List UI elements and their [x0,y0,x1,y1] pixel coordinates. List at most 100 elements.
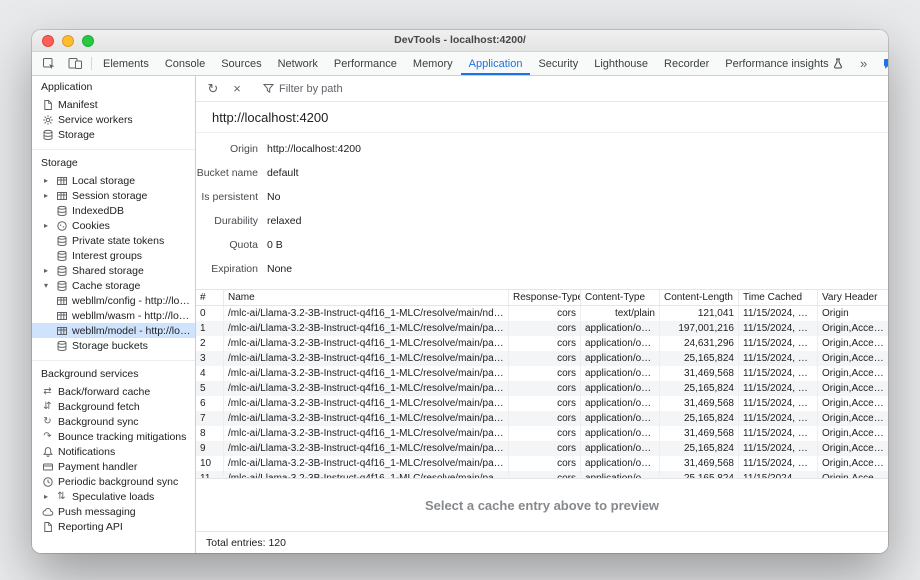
column-header-time-cached[interactable]: Time Cached [739,290,818,305]
column-header-response-type[interactable]: Response-Type [509,290,581,305]
chevron-right-icon[interactable]: ▸ [41,266,51,275]
chevron-down-icon[interactable]: ▾ [41,281,51,290]
sidebar-item-notifications[interactable]: Notifications [32,444,195,459]
sidebar-item-cookies[interactable]: ▸ Cookies [32,218,195,233]
application-sidebar: Application Manifest Service workers Sto… [32,76,196,553]
column-header-content-type[interactable]: Content-Type [581,290,660,305]
tab-performance[interactable]: Performance [326,52,405,75]
database-icon [55,279,68,292]
cell-content-type: application/oc… [581,441,660,456]
sidebar-item-bounce-tracking-mitigations[interactable]: ↷ Bounce tracking mitigations [32,429,195,444]
tab-security[interactable]: Security [530,52,586,75]
sidebar-item-push-messaging[interactable]: Push messaging [32,504,195,519]
sidebar-item-private-state-tokens[interactable]: Private state tokens [32,233,195,248]
sidebar-item-reporting-api[interactable]: Reporting API [32,519,195,534]
devtools-tabbar: Elements Console Sources Network Perform… [32,52,888,76]
cache-entry-row[interactable]: 10 /mlc-ai/Llama-3.2-3B-Instruct-q4f16_1… [196,456,888,471]
chevron-right-icon[interactable]: ▸ [41,492,51,501]
window-title: DevTools - localhost:4200/ [32,30,888,51]
cache-entry-row[interactable]: 1 /mlc-ai/Llama-3.2-3B-Instruct-q4f16_1-… [196,321,888,336]
preview-placeholder: Select a cache entry above to preview [425,498,659,513]
tab-performance-insights[interactable]: Performance insights [717,52,850,75]
sidebar-item-cache-webllm-model[interactable]: webllm/model - http://loc… [32,323,195,338]
refresh-caches-button[interactable]: ↻ [201,77,225,101]
sidebar-item-label: Speculative loads [72,491,191,503]
titlebar[interactable]: DevTools - localhost:4200/ [32,30,888,52]
cache-entry-row[interactable]: 5 /mlc-ai/Llama-3.2-3B-Instruct-q4f16_1-… [196,381,888,396]
sidebar-item-interest-groups[interactable]: Interest groups [32,248,195,263]
tab-lighthouse[interactable]: Lighthouse [586,52,656,75]
cache-entry-row[interactable]: 3 /mlc-ai/Llama-3.2-3B-Instruct-q4f16_1-… [196,351,888,366]
sidebar-item-cache-webllm-config[interactable]: webllm/config - http://loc… [32,293,195,308]
cache-origin-title: http://localhost:4200 [196,102,888,133]
tab-recorder[interactable]: Recorder [656,52,717,75]
sidebar-item-indexeddb[interactable]: IndexedDB [32,203,195,218]
sidebar-item-storage[interactable]: Storage [32,127,195,142]
sidebar-item-manifest[interactable]: Manifest [32,97,195,112]
cell-content-length: 25,165,824 [660,381,739,396]
cell-name: /mlc-ai/Llama-3.2-3B-Instruct-q4f16_1-ML… [224,441,509,456]
cache-entry-row[interactable]: 0 /mlc-ai/Llama-3.2-3B-Instruct-q4f16_1-… [196,306,888,321]
cache-view: http://localhost:4200 Origin http://loca… [196,102,888,531]
more-tabs-button[interactable]: » [851,57,877,70]
tab-console[interactable]: Console [157,52,213,75]
close-window-button[interactable] [42,35,54,47]
cell-content-type: application/oc… [581,381,660,396]
sidebar-item-local-storage[interactable]: ▸ Local storage [32,173,195,188]
cache-entry-row[interactable]: 11 /mlc-ai/Llama-3.2-3B-Instruct-q4f16_1… [196,471,888,478]
sidebar-item-service-workers[interactable]: Service workers [32,112,195,127]
column-header-content-length[interactable]: Content-Length [660,290,739,305]
zoom-window-button[interactable] [82,35,94,47]
sidebar-item-cache-webllm-wasm[interactable]: webllm/wasm - http://loca… [32,308,195,323]
cell-content-length: 25,165,824 [660,411,739,426]
inspect-element-button[interactable] [36,52,62,75]
chevron-right-icon[interactable]: ▸ [41,191,51,200]
sidebar-item-speculative-loads[interactable]: ▸ ⇅ Speculative loads [32,489,195,504]
sidebar-item-background-sync[interactable]: ↻ Background sync [32,414,195,429]
cache-entry-row[interactable]: 6 /mlc-ai/Llama-3.2-3B-Instruct-q4f16_1-… [196,396,888,411]
sidebar-item-label: Background fetch [58,401,191,413]
sidebar-item-label: Manifest [58,99,191,111]
chevron-right-icon[interactable]: ▸ [41,176,51,185]
filter-funnel-icon [263,83,274,94]
column-header-index[interactable]: # [196,290,224,305]
cache-entry-row[interactable]: 4 /mlc-ai/Llama-3.2-3B-Instruct-q4f16_1-… [196,366,888,381]
column-header-name[interactable]: Name [224,290,509,305]
chevron-right-icon[interactable]: ▸ [41,221,51,230]
tab-sources[interactable]: Sources [213,52,269,75]
issues-button[interactable]: 3 [877,58,888,70]
devtools-content: Application Manifest Service workers Sto… [32,76,888,553]
tab-application[interactable]: Application [461,52,531,75]
cell-content-type: application/oc… [581,336,660,351]
sidebar-item-periodic-background-sync[interactable]: Periodic background sync [32,474,195,489]
minimize-window-button[interactable] [62,35,74,47]
cell-content-length: 25,165,824 [660,351,739,366]
column-header-vary-header[interactable]: Vary Header [818,290,888,305]
cache-entry-row[interactable]: 9 /mlc-ai/Llama-3.2-3B-Instruct-q4f16_1-… [196,441,888,456]
sidebar-item-payment-handler[interactable]: Payment handler [32,459,195,474]
cell-content-type: application/oc… [581,396,660,411]
tab-memory[interactable]: Memory [405,52,461,75]
tab-elements[interactable]: Elements [95,52,157,75]
sidebar-section-background-services: Background services ⇄ Back/forward cache… [32,360,195,538]
tab-network[interactable]: Network [270,52,326,75]
sidebar-item-storage-buckets[interactable]: Storage buckets [32,338,195,353]
sidebar-item-shared-storage[interactable]: ▸ Shared storage [32,263,195,278]
sidebar-item-background-fetch[interactable]: ⇵ Background fetch [32,399,195,414]
device-toolbar-button[interactable] [62,52,88,75]
cache-entry-row[interactable]: 2 /mlc-ai/Llama-3.2-3B-Instruct-q4f16_1-… [196,336,888,351]
experiment-flask-icon [833,58,843,69]
delete-selected-button[interactable]: × [225,77,249,101]
cell-name: /mlc-ai/Llama-3.2-3B-Instruct-q4f16_1-ML… [224,471,509,478]
filter-by-path-input[interactable]: Filter by path [256,83,350,95]
cache-entry-row[interactable]: 8 /mlc-ai/Llama-3.2-3B-Instruct-q4f16_1-… [196,426,888,441]
section-header-storage: Storage [32,153,195,173]
cell-index: 9 [196,441,224,456]
sidebar-item-back-forward-cache[interactable]: ⇄ Back/forward cache [32,384,195,399]
cell-content-type: application/oc… [581,366,660,381]
sidebar-item-label: IndexedDB [72,205,191,217]
service-worker-icon [41,113,54,126]
sidebar-item-cache-storage[interactable]: ▾ Cache storage [32,278,195,293]
cache-entry-row[interactable]: 7 /mlc-ai/Llama-3.2-3B-Instruct-q4f16_1-… [196,411,888,426]
sidebar-item-session-storage[interactable]: ▸ Session storage [32,188,195,203]
